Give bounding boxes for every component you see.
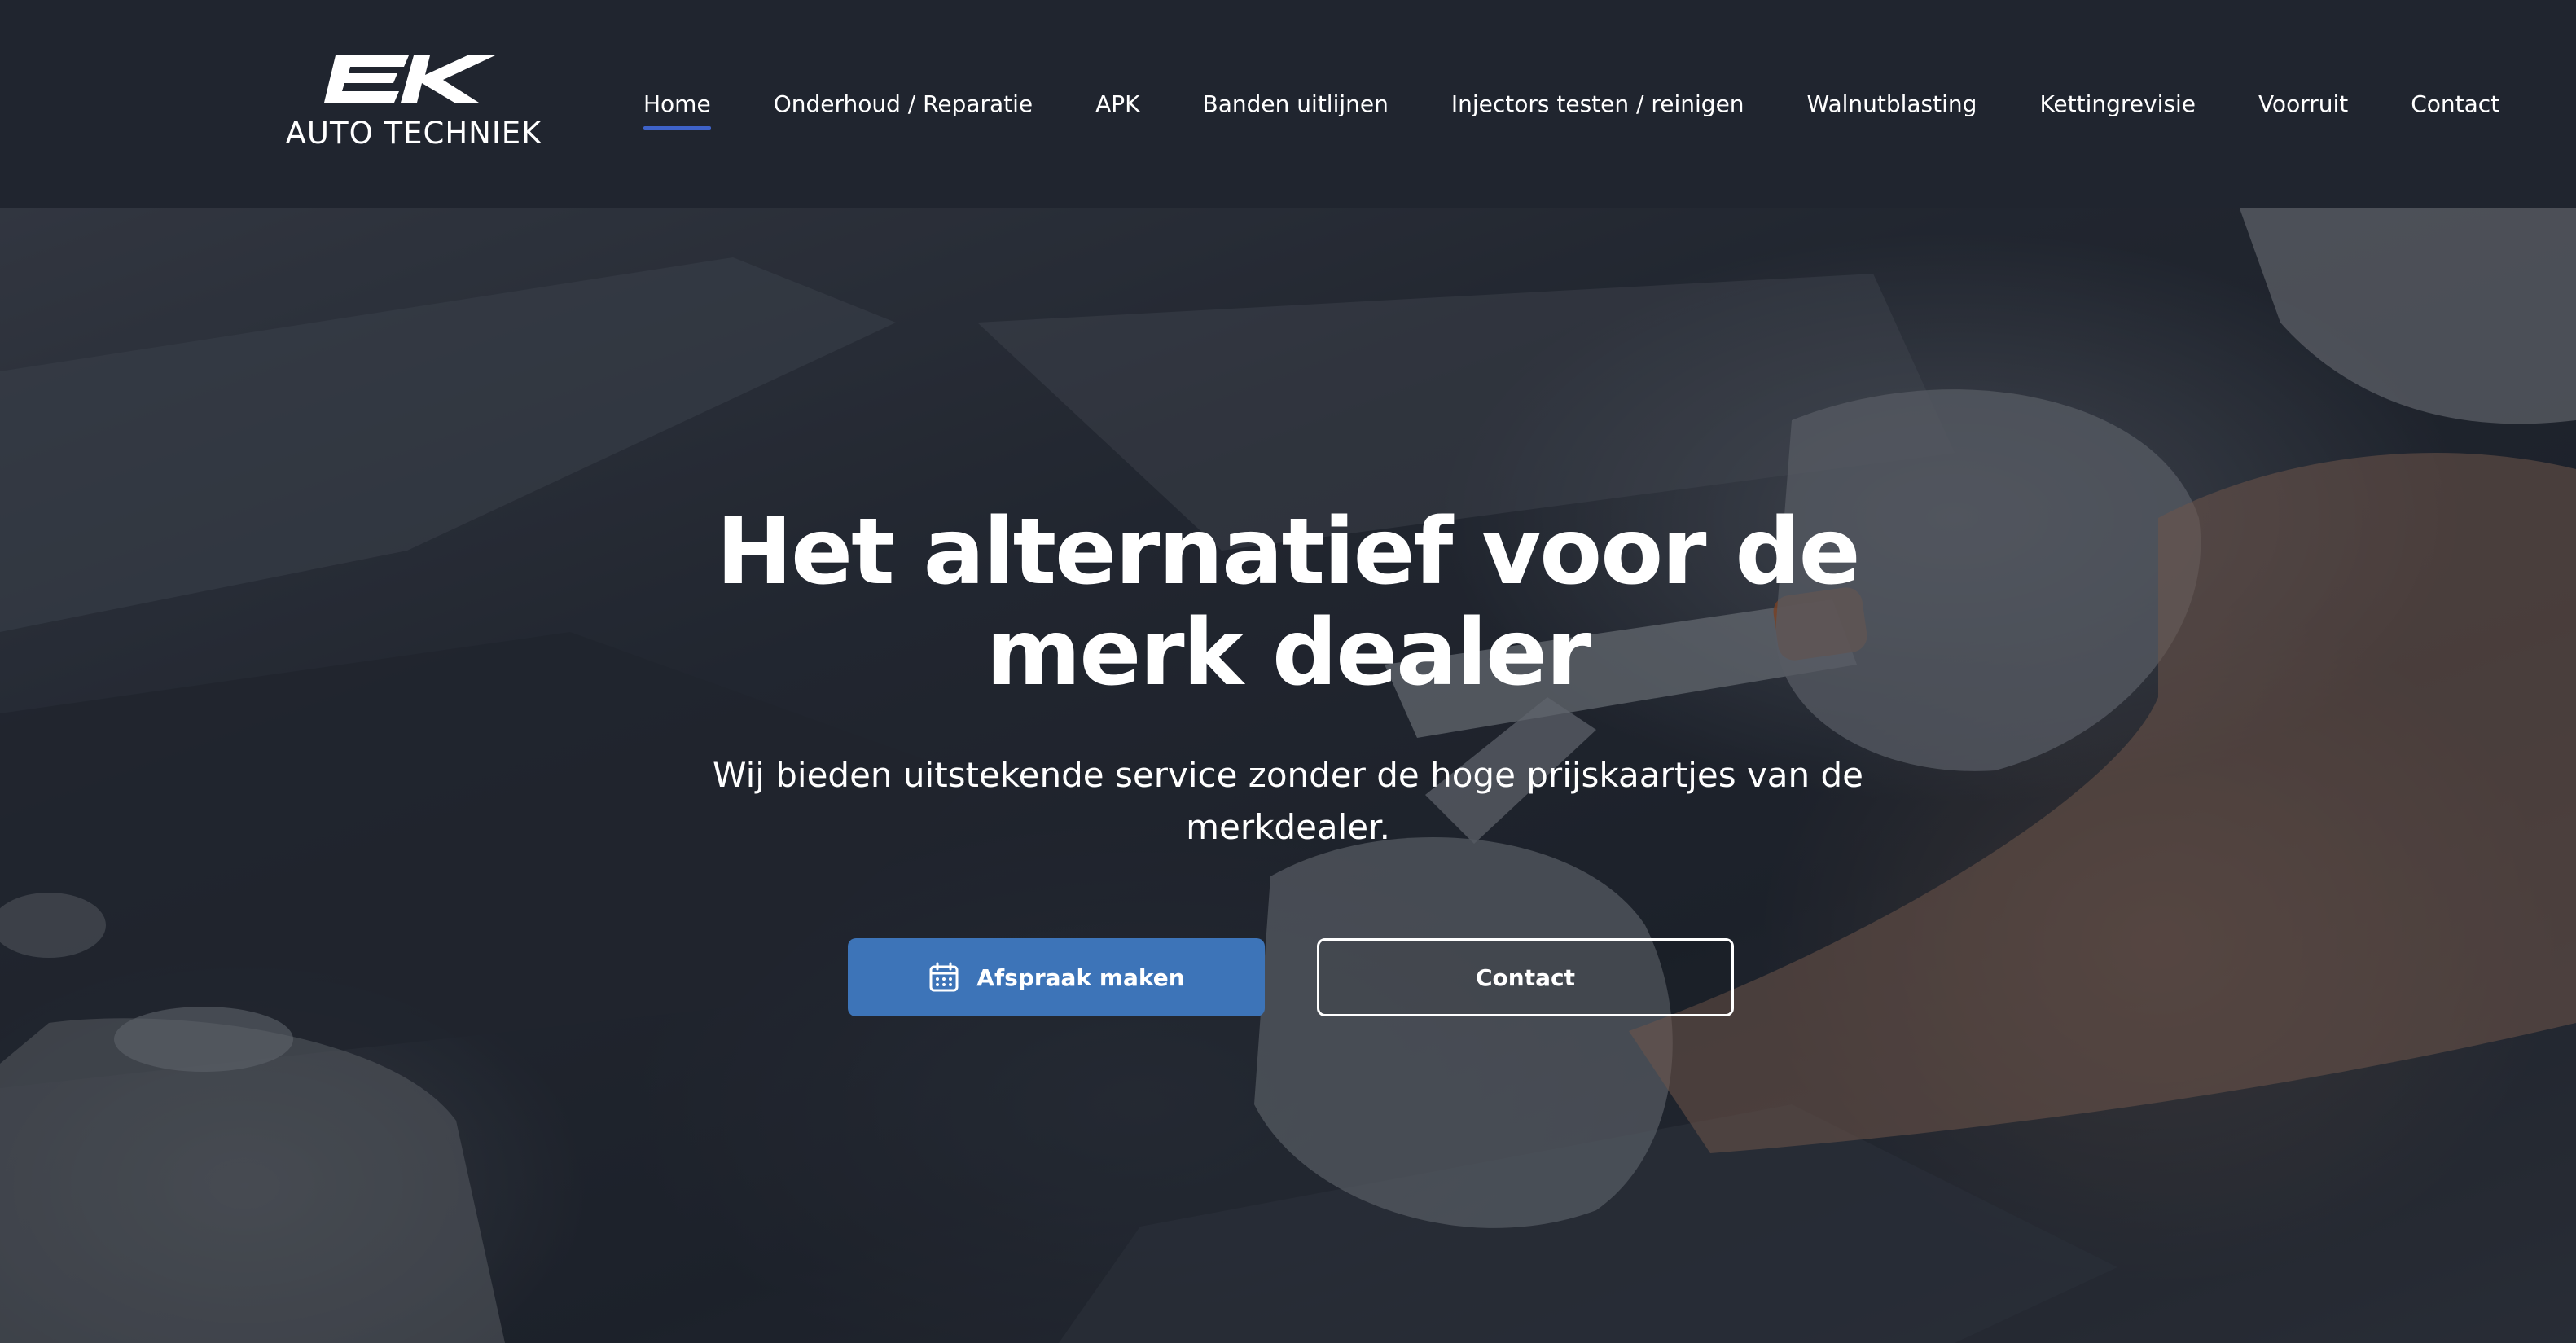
nav-item-banden-uitlijnen[interactable]: Banden uitlijnen xyxy=(1203,93,1389,116)
contact-button-label: Contact xyxy=(1476,963,1575,991)
logo-subtitle: AUTO TECHNIEK xyxy=(285,116,542,151)
logo[interactable]: AUTO TECHNIEK xyxy=(254,46,573,151)
hero-subtitle: Wij bieden uitstekende service zonder de… xyxy=(712,755,1864,847)
hero-title: Het alternatief voor de merk dealer xyxy=(716,499,1860,706)
contact-button[interactable]: Contact xyxy=(1317,938,1734,1016)
nav-item-contact[interactable]: Contact xyxy=(2411,93,2499,116)
nav-item-voorruit[interactable]: Voorruit xyxy=(2258,93,2348,116)
calendar-icon xyxy=(928,961,960,994)
afspraak-maken-label: Afspraak maken xyxy=(976,963,1185,991)
nav-item-onderhoud-reparatie[interactable]: Onderhoud / Reparatie xyxy=(774,93,1033,116)
nav-item-walnutblasting[interactable]: Walnutblasting xyxy=(1807,93,1977,116)
afspraak-maken-button[interactable]: Afspraak maken xyxy=(848,938,1265,1016)
nav-item-kettingrevisie[interactable]: Kettingrevisie xyxy=(2039,93,2196,116)
nav-item-home[interactable]: Home xyxy=(643,93,711,130)
main-navigation: Home Onderhoud / Reparatie APK Banden ui… xyxy=(643,0,2499,208)
nav-item-apk[interactable]: APK xyxy=(1095,93,1139,116)
nav-item-injectors[interactable]: Injectors testen / reinigen xyxy=(1451,93,1744,116)
hero-section: Het alternatief voor de merk dealer Wij … xyxy=(0,208,2576,1343)
site-header: AUTO TECHNIEK Home Onderhoud / Reparatie… xyxy=(0,0,2576,208)
